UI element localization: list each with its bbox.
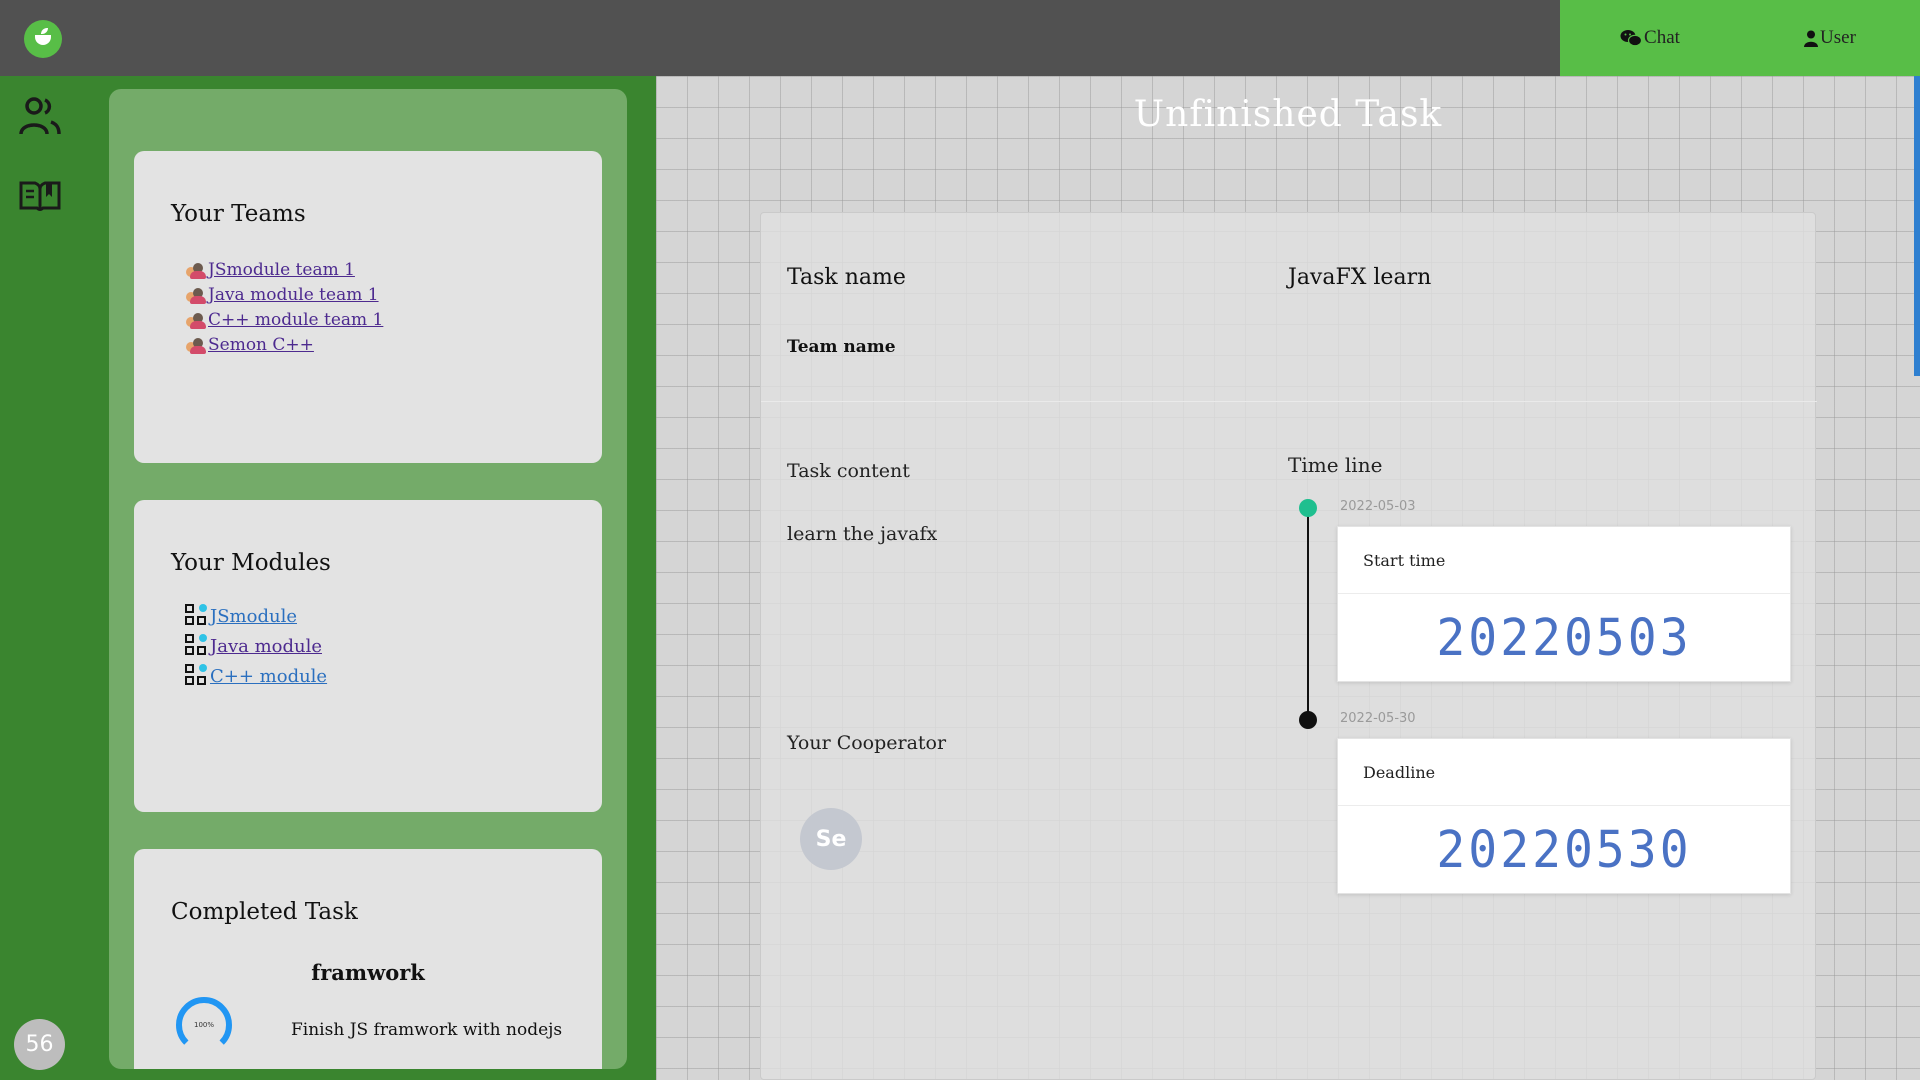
team-item[interactable]: Java module team 1 [184, 282, 383, 307]
team-icon [184, 261, 208, 279]
progress-ring: 100% [172, 995, 236, 1055]
completed-title: Completed Task [171, 899, 358, 925]
user-button[interactable]: User [1740, 0, 1920, 76]
cooperator-avatar[interactable]: Se [800, 808, 862, 870]
side-panel: Your Teams JSmodule team 1 Java module t… [109, 89, 627, 1069]
team-link[interactable]: JSmodule team 1 [208, 260, 355, 280]
timeline-label: Time line [1288, 453, 1383, 477]
module-link[interactable]: Java module [210, 636, 322, 657]
top-bar: Chat User [0, 0, 1920, 76]
timeline-card-value: 20220503 [1436, 608, 1692, 668]
completed-task-card: Completed Task framwork 100% Finish JS f… [134, 849, 602, 1069]
user-label: User [1820, 27, 1856, 48]
timeline-dot [1299, 499, 1317, 517]
timeline-card-deadline: Deadline 20220530 [1337, 738, 1791, 894]
team-item[interactable]: JSmodule team 1 [184, 257, 383, 282]
timeline-line [1307, 508, 1309, 721]
left-rail [0, 76, 108, 1080]
module-link[interactable]: C++ module [210, 666, 327, 687]
task-content-value: learn the javafx [787, 523, 938, 545]
modules-title: Your Modules [171, 550, 331, 576]
user-icon [1804, 30, 1819, 47]
team-item[interactable]: Semon C++ [184, 332, 383, 357]
module-grid-icon [184, 603, 210, 629]
team-icon [184, 286, 208, 304]
team-link[interactable]: Semon C++ [208, 335, 314, 355]
timeline-date: 2022-05-30 [1340, 711, 1416, 726]
team-icon [184, 311, 208, 329]
team-item[interactable]: C++ module team 1 [184, 307, 383, 332]
users-icon[interactable] [18, 94, 62, 138]
module-item[interactable]: JSmodule [184, 601, 327, 631]
progress-label: 100% [193, 1021, 214, 1029]
page-title: Unfinished Task [1133, 94, 1443, 135]
book-icon[interactable] [18, 173, 62, 217]
app-logo-icon[interactable] [24, 20, 62, 58]
cooperator-label: Your Cooperator [787, 732, 947, 754]
timeline-card-title: Deadline [1338, 739, 1790, 806]
task-name-label: Task name [787, 265, 906, 290]
chat-button[interactable]: Chat [1560, 0, 1740, 76]
main-area: Unfinished Task Task name JavaFX learn T… [656, 76, 1920, 1080]
timeline-card-title: Start time [1338, 527, 1790, 594]
completed-task-description: Finish JS framwork with nodejs [291, 1020, 563, 1040]
team-list: JSmodule team 1 Java module team 1 C++ m… [184, 257, 383, 357]
team-link[interactable]: C++ module team 1 [208, 310, 383, 330]
module-grid-icon [184, 663, 210, 689]
divider [761, 401, 1817, 402]
team-icon [184, 336, 208, 354]
module-list: JSmodule Java module C++ module [184, 601, 327, 691]
timeline-card-start: Start time 20220503 [1337, 526, 1791, 682]
module-grid-icon [184, 633, 210, 659]
modules-card: Your Modules JSmodule Java module C++ mo… [134, 500, 602, 812]
teams-card: Your Teams JSmodule team 1 Java module t… [134, 151, 602, 463]
completed-task-name: framwork [311, 960, 425, 985]
top-nav: Chat User [1560, 0, 1920, 76]
module-item[interactable]: Java module [184, 631, 327, 661]
timeline-dot [1299, 711, 1317, 729]
chat-label: Chat [1644, 27, 1680, 48]
timeline-date: 2022-05-03 [1340, 499, 1416, 514]
task-name-value: JavaFX learn [1288, 265, 1432, 290]
team-name-label: Team name [787, 337, 896, 357]
wechat-icon [1620, 30, 1643, 47]
task-card: Task name JavaFX learn Team name Task co… [760, 212, 1817, 1080]
teams-title: Your Teams [171, 201, 306, 227]
notification-badge[interactable]: 56 [14, 1019, 65, 1070]
task-content-label: Task content [787, 460, 910, 482]
timeline-card-value: 20220530 [1436, 820, 1692, 880]
module-link[interactable]: JSmodule [210, 606, 297, 627]
team-link[interactable]: Java module team 1 [208, 285, 379, 305]
module-item[interactable]: C++ module [184, 661, 327, 691]
